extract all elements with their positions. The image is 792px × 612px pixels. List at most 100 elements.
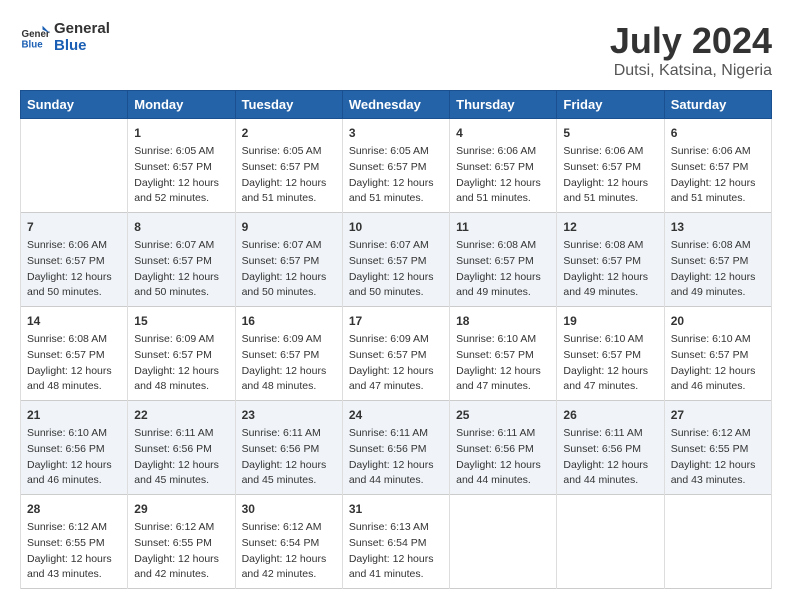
day-detail: Sunrise: 6:06 AM (671, 144, 765, 160)
month-year: July 2024 (610, 20, 772, 62)
day-number: 3 (349, 124, 443, 142)
day-detail: Sunset: 6:57 PM (242, 160, 336, 176)
calendar-cell (21, 119, 128, 213)
calendar-cell: 2Sunrise: 6:05 AMSunset: 6:57 PMDaylight… (235, 119, 342, 213)
day-detail: and 50 minutes. (27, 285, 121, 301)
day-number: 10 (349, 218, 443, 236)
day-detail: Daylight: 12 hours (242, 364, 336, 380)
day-detail: Sunset: 6:57 PM (456, 160, 550, 176)
calendar-cell: 13Sunrise: 6:08 AMSunset: 6:57 PMDayligh… (664, 213, 771, 307)
day-detail: and 42 minutes. (134, 567, 228, 583)
day-detail: and 51 minutes. (349, 191, 443, 207)
page-header: General Blue General Blue July 2024 Duts… (20, 20, 772, 80)
day-detail: Sunset: 6:56 PM (563, 442, 657, 458)
calendar-cell: 10Sunrise: 6:07 AMSunset: 6:57 PMDayligh… (342, 213, 449, 307)
logo-line2: Blue (54, 37, 110, 54)
calendar-cell: 3Sunrise: 6:05 AMSunset: 6:57 PMDaylight… (342, 119, 449, 213)
day-detail: Sunrise: 6:11 AM (242, 426, 336, 442)
day-number: 27 (671, 406, 765, 424)
day-number: 26 (563, 406, 657, 424)
day-detail: Daylight: 12 hours (134, 552, 228, 568)
day-detail: Sunrise: 6:05 AM (134, 144, 228, 160)
day-detail: and 51 minutes. (671, 191, 765, 207)
day-detail: Sunrise: 6:06 AM (563, 144, 657, 160)
day-detail: Daylight: 12 hours (27, 270, 121, 286)
day-detail: and 44 minutes. (456, 473, 550, 489)
day-detail: and 52 minutes. (134, 191, 228, 207)
day-number: 29 (134, 500, 228, 518)
day-detail: Sunset: 6:57 PM (349, 348, 443, 364)
day-number: 7 (27, 218, 121, 236)
calendar-cell: 28Sunrise: 6:12 AMSunset: 6:55 PMDayligh… (21, 495, 128, 589)
day-detail: Sunrise: 6:11 AM (456, 426, 550, 442)
calendar-cell: 24Sunrise: 6:11 AMSunset: 6:56 PMDayligh… (342, 401, 449, 495)
day-detail: and 49 minutes. (456, 285, 550, 301)
day-detail: Sunrise: 6:12 AM (242, 520, 336, 536)
day-detail: Sunset: 6:57 PM (27, 254, 121, 270)
day-detail: Sunrise: 6:05 AM (349, 144, 443, 160)
day-detail: Daylight: 12 hours (242, 270, 336, 286)
week-row-4: 21Sunrise: 6:10 AMSunset: 6:56 PMDayligh… (21, 401, 772, 495)
logo-line1: General (54, 20, 110, 37)
day-detail: Sunrise: 6:08 AM (27, 332, 121, 348)
day-number: 25 (456, 406, 550, 424)
calendar-cell: 6Sunrise: 6:06 AMSunset: 6:57 PMDaylight… (664, 119, 771, 213)
day-detail: Sunrise: 6:06 AM (456, 144, 550, 160)
calendar-cell: 4Sunrise: 6:06 AMSunset: 6:57 PMDaylight… (450, 119, 557, 213)
day-detail: Daylight: 12 hours (242, 552, 336, 568)
day-detail: and 49 minutes. (671, 285, 765, 301)
day-detail: Sunrise: 6:09 AM (134, 332, 228, 348)
day-detail: Sunset: 6:57 PM (242, 348, 336, 364)
day-number: 28 (27, 500, 121, 518)
calendar-cell: 27Sunrise: 6:12 AMSunset: 6:55 PMDayligh… (664, 401, 771, 495)
weekday-header-saturday: Saturday (664, 91, 771, 119)
day-number: 22 (134, 406, 228, 424)
day-detail: Daylight: 12 hours (671, 458, 765, 474)
day-detail: Sunset: 6:56 PM (27, 442, 121, 458)
calendar-cell: 1Sunrise: 6:05 AMSunset: 6:57 PMDaylight… (128, 119, 235, 213)
day-number: 11 (456, 218, 550, 236)
day-detail: and 44 minutes. (349, 473, 443, 489)
calendar-cell: 14Sunrise: 6:08 AMSunset: 6:57 PMDayligh… (21, 307, 128, 401)
day-detail: Sunset: 6:57 PM (671, 160, 765, 176)
calendar-cell: 22Sunrise: 6:11 AMSunset: 6:56 PMDayligh… (128, 401, 235, 495)
day-detail: Daylight: 12 hours (27, 364, 121, 380)
day-number: 2 (242, 124, 336, 142)
calendar-cell: 16Sunrise: 6:09 AMSunset: 6:57 PMDayligh… (235, 307, 342, 401)
day-detail: Daylight: 12 hours (27, 458, 121, 474)
day-number: 4 (456, 124, 550, 142)
weekday-header-thursday: Thursday (450, 91, 557, 119)
day-detail: and 41 minutes. (349, 567, 443, 583)
day-detail: Sunset: 6:56 PM (349, 442, 443, 458)
day-detail: and 51 minutes. (456, 191, 550, 207)
day-detail: Sunrise: 6:10 AM (27, 426, 121, 442)
day-detail: Daylight: 12 hours (349, 552, 443, 568)
day-detail: Sunset: 6:56 PM (134, 442, 228, 458)
day-number: 23 (242, 406, 336, 424)
day-detail: Daylight: 12 hours (563, 458, 657, 474)
day-detail: Sunrise: 6:07 AM (134, 238, 228, 254)
calendar-cell: 17Sunrise: 6:09 AMSunset: 6:57 PMDayligh… (342, 307, 449, 401)
day-number: 6 (671, 124, 765, 142)
day-number: 17 (349, 312, 443, 330)
day-detail: and 49 minutes. (563, 285, 657, 301)
day-detail: Sunset: 6:57 PM (563, 254, 657, 270)
day-detail: Sunset: 6:57 PM (242, 254, 336, 270)
calendar-cell: 31Sunrise: 6:13 AMSunset: 6:54 PMDayligh… (342, 495, 449, 589)
day-detail: Daylight: 12 hours (456, 458, 550, 474)
day-detail: Daylight: 12 hours (563, 270, 657, 286)
weekday-header-wednesday: Wednesday (342, 91, 449, 119)
day-detail: Sunrise: 6:11 AM (134, 426, 228, 442)
calendar-cell: 9Sunrise: 6:07 AMSunset: 6:57 PMDaylight… (235, 213, 342, 307)
calendar-cell: 30Sunrise: 6:12 AMSunset: 6:54 PMDayligh… (235, 495, 342, 589)
day-number: 9 (242, 218, 336, 236)
day-detail: and 45 minutes. (134, 473, 228, 489)
weekday-header-sunday: Sunday (21, 91, 128, 119)
day-detail: and 50 minutes. (349, 285, 443, 301)
day-detail: Sunrise: 6:10 AM (456, 332, 550, 348)
day-detail: Daylight: 12 hours (349, 458, 443, 474)
day-detail: Sunrise: 6:06 AM (27, 238, 121, 254)
day-detail: Sunrise: 6:11 AM (563, 426, 657, 442)
day-detail: Sunset: 6:57 PM (134, 160, 228, 176)
day-detail: and 46 minutes. (671, 379, 765, 395)
